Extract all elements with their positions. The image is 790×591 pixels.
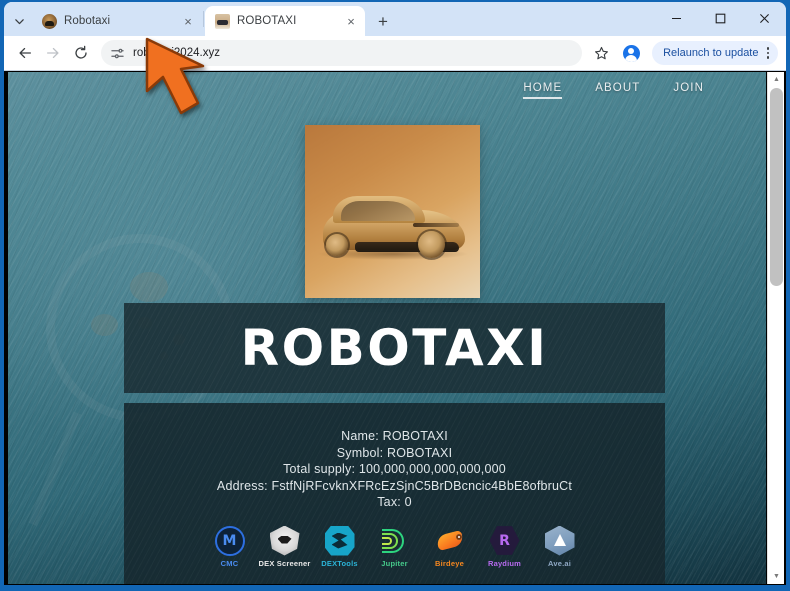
tab-separator: [203, 11, 204, 27]
minimize-icon[interactable]: [654, 2, 698, 34]
browser-tab-2[interactable]: ROBOTAXI ×: [205, 6, 365, 36]
watermark-dot: [130, 272, 168, 302]
link-label: Raydium: [487, 558, 522, 568]
chrome-browser-window: Robotaxi × ROBOTAXI × + robotaxi2024.xyz…: [4, 2, 786, 585]
new-tab-button[interactable]: +: [369, 7, 397, 35]
token-tax-line: Tax: 0: [377, 495, 412, 509]
web-page-content: HOME ABOUT JOIN ROBOTAXI Name: ROBOTAXI …: [8, 72, 766, 584]
scroll-down-arrow-icon[interactable]: ▼: [768, 569, 785, 584]
relaunch-label: Relaunch to update: [663, 47, 759, 59]
tab-close-icon[interactable]: ×: [180, 13, 196, 29]
relaunch-to-update-button[interactable]: Relaunch to update: [652, 41, 778, 65]
scroll-up-arrow-icon[interactable]: ▲: [768, 72, 785, 87]
page-title: ROBOTAXI: [240, 319, 549, 377]
link-raydium[interactable]: Raydium: [484, 526, 526, 568]
birdeye-icon: [435, 526, 465, 556]
link-cmc[interactable]: CMC: [209, 525, 251, 568]
scrollbar-thumb[interactable]: [770, 88, 783, 286]
address-bar[interactable]: robotaxi2024.xyz: [101, 40, 583, 66]
token-symbol-line: Symbol: ROBOTAXI: [336, 445, 453, 460]
tune-settings-icon[interactable]: [109, 45, 125, 61]
tab-strip: Robotaxi × ROBOTAXI × +: [4, 2, 786, 36]
coinmarketcap-icon: [214, 525, 245, 556]
avatar-icon[interactable]: [618, 40, 644, 66]
link-aveai[interactable]: Ave.ai: [539, 525, 581, 568]
external-links-row: CMC DEX Screener DEXTools Jupiter: [124, 525, 665, 568]
kebab-menu-icon[interactable]: [764, 47, 773, 59]
link-label: Birdeye: [435, 558, 464, 568]
robotaxi-car-illustration: [317, 186, 469, 260]
hero-car-image: [305, 125, 480, 298]
back-arrow-icon[interactable]: [12, 40, 38, 66]
link-jupiter[interactable]: Jupiter: [374, 526, 416, 568]
link-label: DEXTools: [321, 558, 358, 568]
token-info-panel: Name: ROBOTAXI Symbol: ROBOTAXI Total su…: [124, 403, 665, 584]
watermark-dot: [91, 314, 118, 336]
car-favicon: [215, 13, 230, 29]
site-navigation: HOME ABOUT JOIN: [523, 82, 704, 99]
browser-toolbar: robotaxi2024.xyz Relaunch to update: [4, 36, 786, 70]
jupiter-icon: [380, 526, 410, 556]
desktop-background: Robotaxi × ROBOTAXI × + robotaxi2024.xyz…: [0, 0, 790, 591]
address-bar-url[interactable]: robotaxi2024.xyz: [133, 47, 220, 59]
link-label: Jupiter: [381, 558, 408, 568]
raydium-icon: [489, 526, 520, 555]
nav-item-join[interactable]: JOIN: [673, 82, 704, 99]
link-label: CMC: [220, 558, 239, 568]
dextools-icon: [324, 525, 355, 556]
forward-arrow-icon: [40, 40, 66, 66]
page-scrollbar[interactable]: ▲ ▼: [767, 72, 784, 584]
browser-tab-1[interactable]: Robotaxi ×: [32, 6, 202, 36]
close-icon[interactable]: [742, 2, 786, 34]
link-birdeye[interactable]: Birdeye: [429, 526, 471, 568]
maximize-icon[interactable]: [698, 2, 742, 34]
tab-title: ROBOTAXI: [237, 15, 297, 27]
aveai-icon: [544, 525, 575, 556]
link-dexscreener[interactable]: DEX Screener: [259, 525, 310, 568]
reload-icon[interactable]: [68, 40, 94, 66]
monkey-favicon: [42, 13, 57, 29]
link-dextools[interactable]: DEXTools: [319, 525, 361, 568]
token-address-line: Address: FstfNjRFcvknXFRcEzSjnC5BrDBcnci…: [216, 478, 573, 493]
window-controls: [654, 2, 786, 34]
tab-title: Robotaxi: [64, 15, 111, 27]
tab-close-icon[interactable]: ×: [343, 13, 359, 29]
nav-item-home[interactable]: HOME: [523, 82, 563, 99]
site-title-banner: ROBOTAXI: [124, 303, 665, 393]
nav-item-about[interactable]: ABOUT: [595, 82, 640, 99]
token-supply-line: Total supply: 100,000,000,000,000,000: [283, 462, 506, 476]
page-viewport: HOME ABOUT JOIN ROBOTAXI Name: ROBOTAXI …: [4, 70, 786, 585]
dexscreener-icon: [269, 525, 300, 556]
token-name-line: Name: ROBOTAXI: [341, 429, 448, 443]
link-label: Ave.ai: [547, 558, 572, 568]
link-label: DEX Screener: [258, 558, 311, 568]
star-icon[interactable]: [588, 40, 614, 66]
tab-search-chevron-down-icon[interactable]: [6, 6, 32, 36]
